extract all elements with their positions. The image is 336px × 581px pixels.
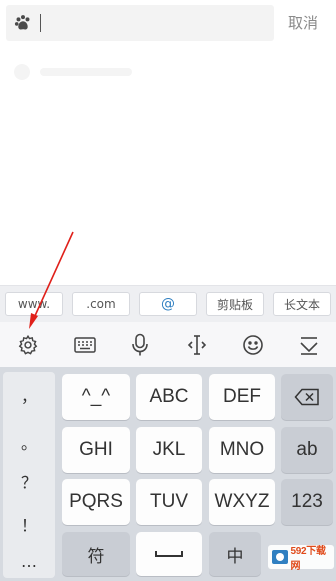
key-def[interactable]: DEF [209,374,275,420]
keyboard-icon[interactable] [72,332,98,358]
backspace-key[interactable] [281,374,333,420]
space-icon [155,551,183,557]
watermark-logo-icon [272,550,288,564]
key-ghi[interactable]: GHI [62,427,130,473]
search-input[interactable] [44,11,264,35]
search-bar: 取消 [0,0,336,46]
space-key[interactable] [136,532,202,576]
symbol-ellipsis[interactable]: … [3,544,55,578]
key-tuv[interactable]: TUV [136,479,202,525]
symbol-comma[interactable]: ， [3,378,55,412]
symbol-exclamation[interactable]: ！ [3,507,55,541]
cancel-button[interactable]: 取消 [288,12,318,33]
key-123[interactable]: 123 [281,479,333,525]
symbol-question[interactable]: ？ [3,464,55,498]
key-wxyz[interactable]: WXYZ [209,479,275,525]
chip-at[interactable]: @ [139,292,197,316]
key-emoticon[interactable]: ^_^ [62,374,130,420]
key-jkl[interactable]: JKL [136,427,202,473]
quick-input-strip: www. .com @ 剪贴板 长文本 [0,285,336,322]
key-chinese[interactable]: 中 [209,532,261,576]
key-ab[interactable]: ab [281,427,333,473]
chip-clipboard[interactable]: 剪贴板 [206,292,264,316]
chip-com[interactable]: .com [72,292,130,316]
key-symbols[interactable]: 符 [62,532,130,576]
keyboard-toolbar [0,322,336,367]
paw-icon [14,15,30,30]
emoji-icon[interactable] [240,332,266,358]
text-caret [40,14,41,32]
symbol-period[interactable]: 。 [3,425,55,459]
symbol-list[interactable]: ， 。 ？ ！ … [3,372,55,578]
watermark-text: 592下载网 [290,546,326,572]
suggestion-placeholder [40,68,132,76]
chip-www[interactable]: www. [5,292,63,316]
key-mno[interactable]: MNO [209,427,275,473]
backspace-icon [294,388,319,406]
cursor-icon[interactable] [184,332,210,358]
key-abc[interactable]: ABC [136,374,202,420]
suggestion-icon [14,64,30,80]
chip-long-text[interactable]: 长文本 [273,292,331,316]
microphone-icon[interactable] [127,332,153,358]
collapse-icon[interactable] [296,332,322,358]
gear-icon[interactable] [15,332,41,358]
key-pqrs[interactable]: PQRS [62,479,130,525]
suggestion-row[interactable] [0,54,336,88]
search-box[interactable] [6,5,274,41]
watermark: 592下载网 [268,545,334,572]
